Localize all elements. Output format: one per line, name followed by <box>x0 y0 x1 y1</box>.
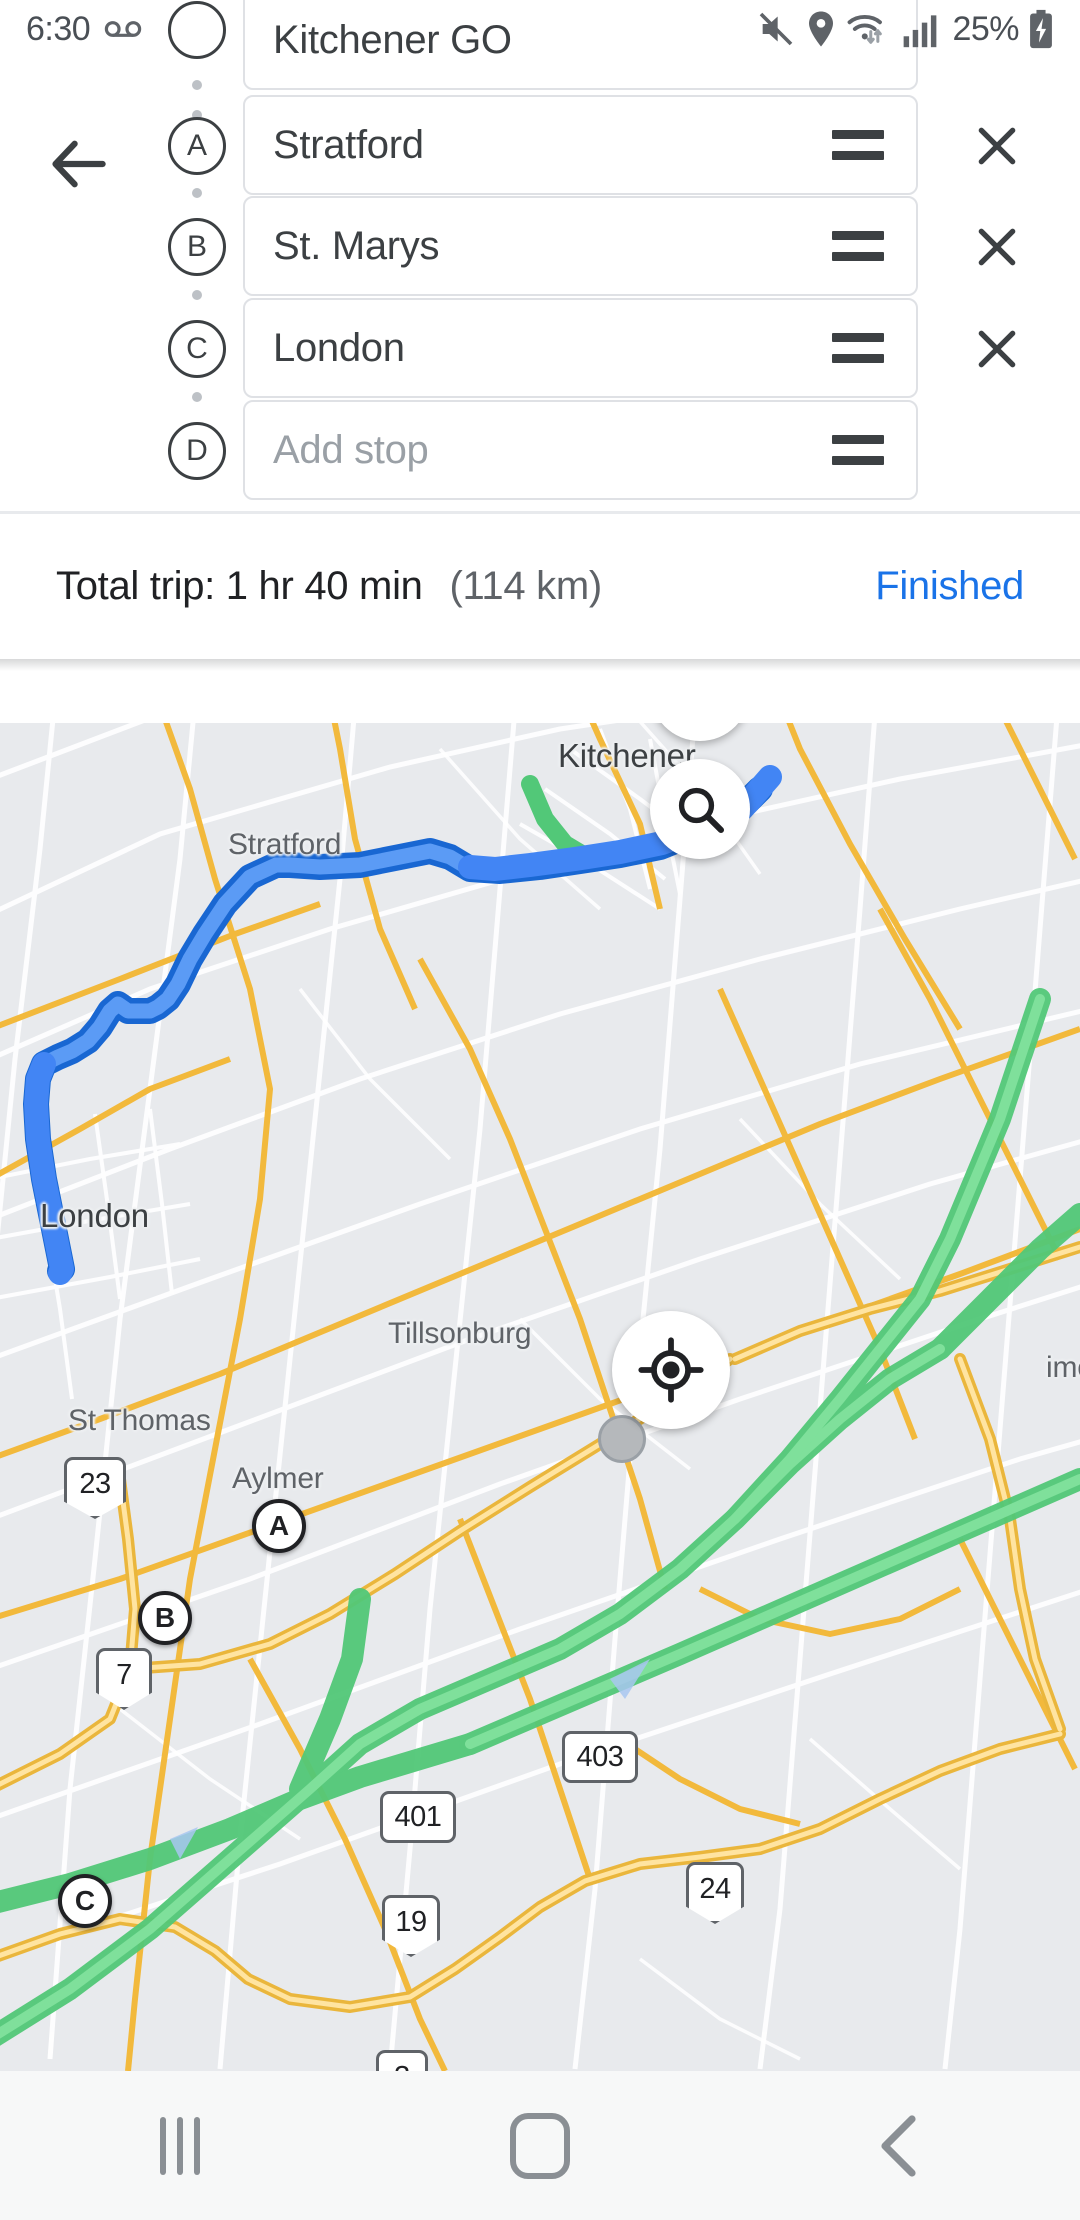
map-label-simcoe: imc <box>1046 1351 1080 1384</box>
map-label-st-thomas: St Thomas <box>68 1404 211 1437</box>
finished-button[interactable]: Finished <box>875 564 1024 609</box>
stop-value-origin: Kitchener GO <box>273 17 512 62</box>
my-location-button[interactable] <box>612 1311 730 1429</box>
trip-summary-bar: Total trip: 1 hr 40 min (114 km) Finishe… <box>0 514 1080 659</box>
stop-row-b[interactable]: B St. Marys <box>0 196 1080 298</box>
search-button[interactable] <box>650 759 750 859</box>
drag-handle-d[interactable] <box>832 435 884 465</box>
trip-summary-text: Total trip: 1 hr 40 min (114 km) <box>56 564 875 609</box>
home-button[interactable] <box>440 2086 640 2206</box>
highway-shield-401: 401 <box>380 1791 456 1843</box>
back-chevron-icon <box>881 2114 916 2177</box>
stop-field-b[interactable]: St. Marys <box>243 196 918 296</box>
drag-handle-c[interactable] <box>832 333 884 363</box>
map-pin-b[interactable]: B <box>138 1591 192 1645</box>
stop-value-b: St. Marys <box>273 223 440 268</box>
close-icon <box>978 127 1016 165</box>
map-label-tillsonburg: Tillsonburg <box>388 1317 532 1350</box>
system-navigation-bar <box>0 2071 1080 2220</box>
current-location-dot <box>598 1415 646 1463</box>
close-icon <box>978 228 1016 266</box>
back-nav-button[interactable] <box>800 2086 1000 2206</box>
panel-shadow <box>0 659 1080 671</box>
stop-marker-origin <box>168 1 226 59</box>
map-label-stratford: Stratford <box>228 828 342 861</box>
stop-row-a[interactable]: A Stratford <box>0 95 1080 197</box>
map-canvas[interactable]: Kitchener Stratford London Tillsonburg S… <box>0 659 1080 2071</box>
trip-duration: Total trip: 1 hr 40 min <box>56 564 423 608</box>
home-icon <box>510 2112 570 2179</box>
stop-row-origin[interactable]: Kitchener GO <box>0 0 1080 92</box>
map-label-aylmer: Aylmer <box>232 1462 324 1495</box>
stop-value-c: London <box>273 325 405 370</box>
stop-marker-b: B <box>168 218 226 276</box>
stop-marker-d: D <box>168 422 226 480</box>
highway-shield-3: 3 <box>376 2050 428 2071</box>
close-icon <box>978 330 1016 368</box>
my-location-icon <box>638 1337 704 1403</box>
trip-distance: (114 km) <box>449 564 602 608</box>
drag-handle-a[interactable] <box>832 130 884 160</box>
route-editor-panel: Kitchener GO A Stratford B St. Marys C L… <box>0 0 1080 723</box>
remove-stop-b-button[interactable] <box>960 210 1034 284</box>
stop-value-a: Stratford <box>273 122 424 167</box>
recents-button[interactable] <box>80 2086 280 2206</box>
stop-field-c[interactable]: London <box>243 298 918 398</box>
remove-stop-a-button[interactable] <box>960 109 1034 183</box>
stop-marker-a: A <box>168 117 226 175</box>
stop-row-add[interactable]: D Add stop <box>0 400 1080 502</box>
stop-marker-c: C <box>168 320 226 378</box>
add-stop-placeholder: Add stop <box>273 427 429 472</box>
recents-icon <box>160 2116 200 2175</box>
map-pin-c[interactable]: C <box>58 1874 112 1928</box>
map-label-london: London <box>40 1197 149 1234</box>
search-icon <box>678 787 725 834</box>
stop-row-c[interactable]: C London <box>0 298 1080 400</box>
add-stop-field[interactable]: Add stop <box>243 400 918 500</box>
drag-handle-b[interactable] <box>832 231 884 261</box>
map-vector-layer <box>0 659 1080 2071</box>
stop-field-origin[interactable]: Kitchener GO <box>243 0 918 90</box>
remove-stop-c-button[interactable] <box>960 312 1034 386</box>
highway-shield-403: 403 <box>562 1731 638 1783</box>
map-pin-a[interactable]: A <box>252 1499 306 1553</box>
stop-field-a[interactable]: Stratford <box>243 95 918 195</box>
